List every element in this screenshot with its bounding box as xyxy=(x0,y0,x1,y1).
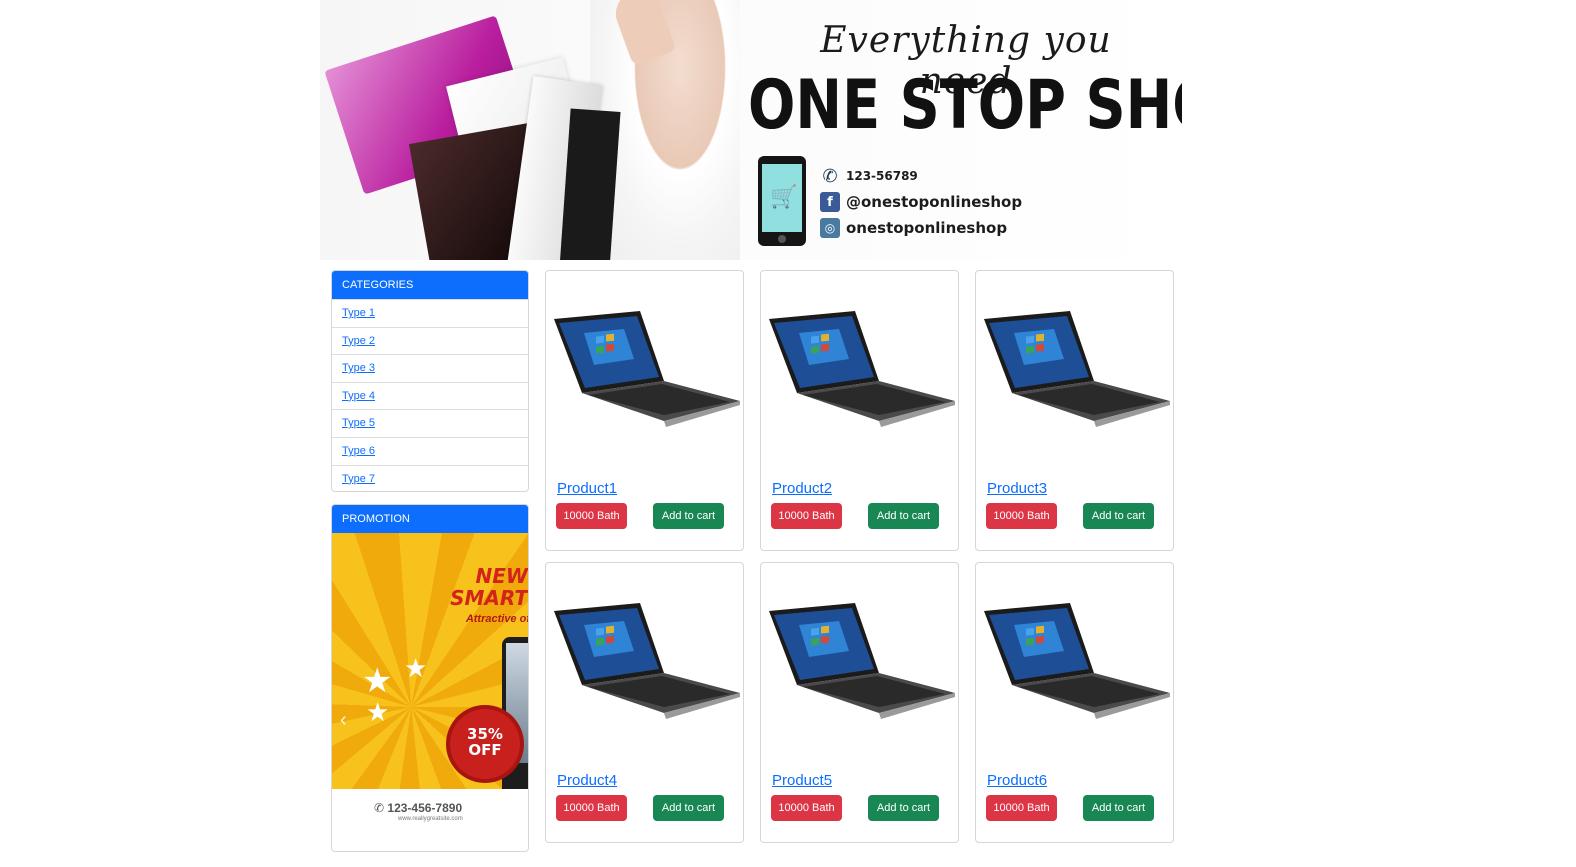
smartphone-cart-icon xyxy=(758,156,806,246)
promo-subline: Attractive of xyxy=(465,613,529,625)
promotion-carousel[interactable]: NEW SMART Attractive of ★ ★ ★ 35% OFF ✆ … xyxy=(332,533,529,823)
product-card: Product1 10000 Bath Add to cart xyxy=(545,270,744,551)
category-item-type-3: Type 3 xyxy=(332,354,528,382)
product-image[interactable] xyxy=(769,603,955,723)
promo-site: www.reallygreatsite.com xyxy=(398,816,463,822)
banner-title: ONE STOP SHOP xyxy=(748,66,1182,145)
category-link[interactable]: Type 6 xyxy=(342,445,375,457)
product-image[interactable] xyxy=(554,311,740,431)
category-item-type-6: Type 6 xyxy=(332,436,528,465)
instagram-icon: ◎ xyxy=(820,218,840,238)
phone-icon: ✆ xyxy=(822,165,838,187)
add-to-cart-button[interactable]: Add to cart xyxy=(653,503,724,529)
star-icon: ★ xyxy=(404,653,428,683)
contact-instagram: ◎ onestoponlineshop xyxy=(820,217,1007,239)
promo-phone-text: 123-456-7890 xyxy=(387,801,463,815)
shopping-bag-black-2 xyxy=(559,108,621,260)
contact-facebook-text: @onestoponlineshop xyxy=(846,193,1023,211)
price-badge[interactable]: 10000 Bath xyxy=(771,795,842,821)
price-badge[interactable]: 10000 Bath xyxy=(771,503,842,529)
add-to-cart-button[interactable]: Add to cart xyxy=(653,795,724,821)
product-name-link[interactable]: Product4 xyxy=(557,772,617,789)
product-image[interactable] xyxy=(769,311,955,431)
product-card: Product2 10000 Bath Add to cart xyxy=(760,270,959,551)
category-item-type-2: Type 2 xyxy=(332,326,528,355)
star-icon: ★ xyxy=(362,662,393,700)
product-image[interactable] xyxy=(984,311,1170,431)
price-badge[interactable]: 10000 Bath xyxy=(986,503,1057,529)
product-image[interactable] xyxy=(984,603,1170,723)
category-item-type-1: Type 1 xyxy=(332,299,528,327)
discount-off: OFF xyxy=(468,741,502,759)
product-image[interactable] xyxy=(554,603,740,723)
contact-phone: ✆ 123-56789 xyxy=(820,165,918,187)
promo-headline-2: SMART xyxy=(450,586,528,610)
promotion-header: PROMOTION xyxy=(332,505,528,533)
categories-card: CATEGORIES Type 1 Type 2 Type 3 Type 4 T… xyxy=(331,270,529,492)
product-card: Product4 10000 Bath Add to cart xyxy=(545,562,744,843)
promo-headline-1: NEW xyxy=(475,564,528,588)
categories-header: CATEGORIES xyxy=(332,271,528,299)
contact-instagram-text: onestoponlineshop xyxy=(846,219,1008,237)
discount-badge: 35% OFF xyxy=(450,709,520,779)
product-card: Product3 10000 Bath Add to cart xyxy=(975,270,1174,551)
chevron-left-icon[interactable]: ‹ xyxy=(340,709,347,732)
category-link[interactable]: Type 4 xyxy=(342,390,375,402)
promo-headline: NEW SMART xyxy=(450,565,528,609)
contact-facebook: f @onestoponlineshop xyxy=(820,191,1022,213)
price-badge[interactable]: 10000 Bath xyxy=(556,795,627,821)
price-badge[interactable]: 10000 Bath xyxy=(986,795,1057,821)
product-name-link[interactable]: Product2 xyxy=(772,480,832,497)
promo-phone-number: ✆ 123-456-7890 xyxy=(374,801,463,815)
category-link[interactable]: Type 3 xyxy=(342,362,375,374)
category-link[interactable]: Type 5 xyxy=(342,417,375,429)
promotion-card: PROMOTION NEW SMART Attractive of ★ ★ ★ … xyxy=(331,504,529,852)
category-item-type-7: Type 7 xyxy=(332,464,528,491)
contact-phone-text: 123-56789 xyxy=(846,169,918,183)
category-item-type-4: Type 4 xyxy=(332,381,528,410)
product-card: Product5 10000 Bath Add to cart xyxy=(760,562,959,843)
add-to-cart-button[interactable]: Add to cart xyxy=(868,503,939,529)
add-to-cart-button[interactable]: Add to cart xyxy=(1083,503,1154,529)
product-name-link[interactable]: Product3 xyxy=(987,480,1047,497)
facebook-icon: f xyxy=(820,192,840,212)
category-link[interactable]: Type 2 xyxy=(342,335,375,347)
discount-percent: 35% xyxy=(467,725,503,743)
hero-banner: Everything you need ONE STOP SHOP ✆ 123-… xyxy=(320,0,1182,260)
category-link[interactable]: Type 7 xyxy=(342,473,375,485)
price-badge[interactable]: 10000 Bath xyxy=(556,503,627,529)
star-icon: ★ xyxy=(366,697,390,727)
add-to-cart-button[interactable]: Add to cart xyxy=(868,795,939,821)
product-name-link[interactable]: Product5 xyxy=(772,772,832,789)
product-name-link[interactable]: Product1 xyxy=(557,480,617,497)
add-to-cart-button[interactable]: Add to cart xyxy=(1083,795,1154,821)
category-item-type-5: Type 5 xyxy=(332,409,528,437)
product-name-link[interactable]: Product6 xyxy=(987,772,1047,789)
product-card: Product6 10000 Bath Add to cart xyxy=(975,562,1174,843)
category-link[interactable]: Type 1 xyxy=(342,307,375,319)
